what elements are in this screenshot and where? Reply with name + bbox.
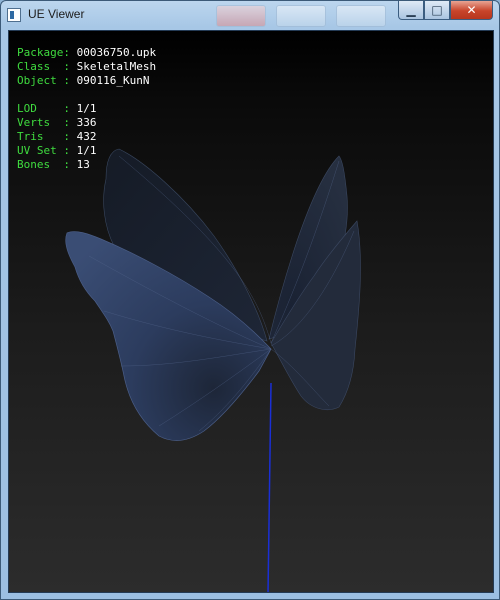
background-thumbnail: [216, 5, 266, 27]
3d-viewport[interactable]: Package: 00036750.upk Class : SkeletalMe…: [8, 30, 494, 593]
info-row-package: Package: 00036750.upk: [17, 46, 156, 60]
info-value: 13: [76, 158, 90, 171]
info-label: Verts :: [17, 116, 77, 129]
info-row-bones: Bones : 13: [17, 158, 156, 172]
background-thumbnail: [336, 5, 386, 27]
info-label: Package:: [17, 46, 77, 59]
info-label: UV Set :: [17, 144, 77, 157]
info-label: Bones :: [17, 158, 77, 171]
background-taskbar-thumbnails: [216, 5, 386, 27]
info-label: Object :: [17, 74, 77, 87]
info-row-object: Object : 090116_KunN: [17, 74, 156, 88]
info-label: Class :: [17, 60, 77, 73]
info-row-lod: LOD : 1/1: [17, 102, 156, 116]
info-row-class: Class : SkeletalMesh: [17, 60, 156, 74]
info-row-tris: Tris : 432: [17, 130, 156, 144]
ue-viewer-window: UE Viewer ▁ □ ✕ Package: 00036750.upk Cl…: [0, 0, 500, 600]
info-value: 432: [76, 130, 97, 143]
maximize-button[interactable]: □: [424, 1, 450, 20]
minimize-button[interactable]: ▁: [398, 1, 424, 20]
app-window-icon[interactable]: [7, 8, 21, 22]
background-thumbnail: [276, 5, 326, 27]
info-value: 00036750.upk: [76, 46, 157, 59]
maximize-icon: □: [431, 3, 443, 17]
info-value: 090116_KunN: [76, 74, 150, 87]
info-row-uvset: UV Set : 1/1: [17, 144, 156, 158]
info-label: LOD :: [17, 102, 77, 115]
window-title: UE Viewer: [28, 7, 85, 21]
close-button[interactable]: ✕: [450, 1, 493, 20]
skeleton-bone: [267, 382, 272, 592]
info-value: 336: [76, 116, 97, 129]
info-value: 1/1: [76, 102, 97, 115]
window-controls: ▁ □ ✕: [398, 1, 493, 21]
info-value: 1/1: [76, 144, 97, 157]
close-icon: ✕: [466, 3, 477, 17]
minimize-icon: ▁: [406, 3, 416, 17]
info-row-verts: Verts : 336: [17, 116, 156, 130]
title-bar[interactable]: UE Viewer ▁ □ ✕: [1, 1, 499, 29]
info-value: SkeletalMesh: [76, 60, 157, 73]
info-label: Tris :: [17, 130, 77, 143]
mesh-info-overlay: Package: 00036750.upk Class : SkeletalMe…: [17, 46, 156, 172]
